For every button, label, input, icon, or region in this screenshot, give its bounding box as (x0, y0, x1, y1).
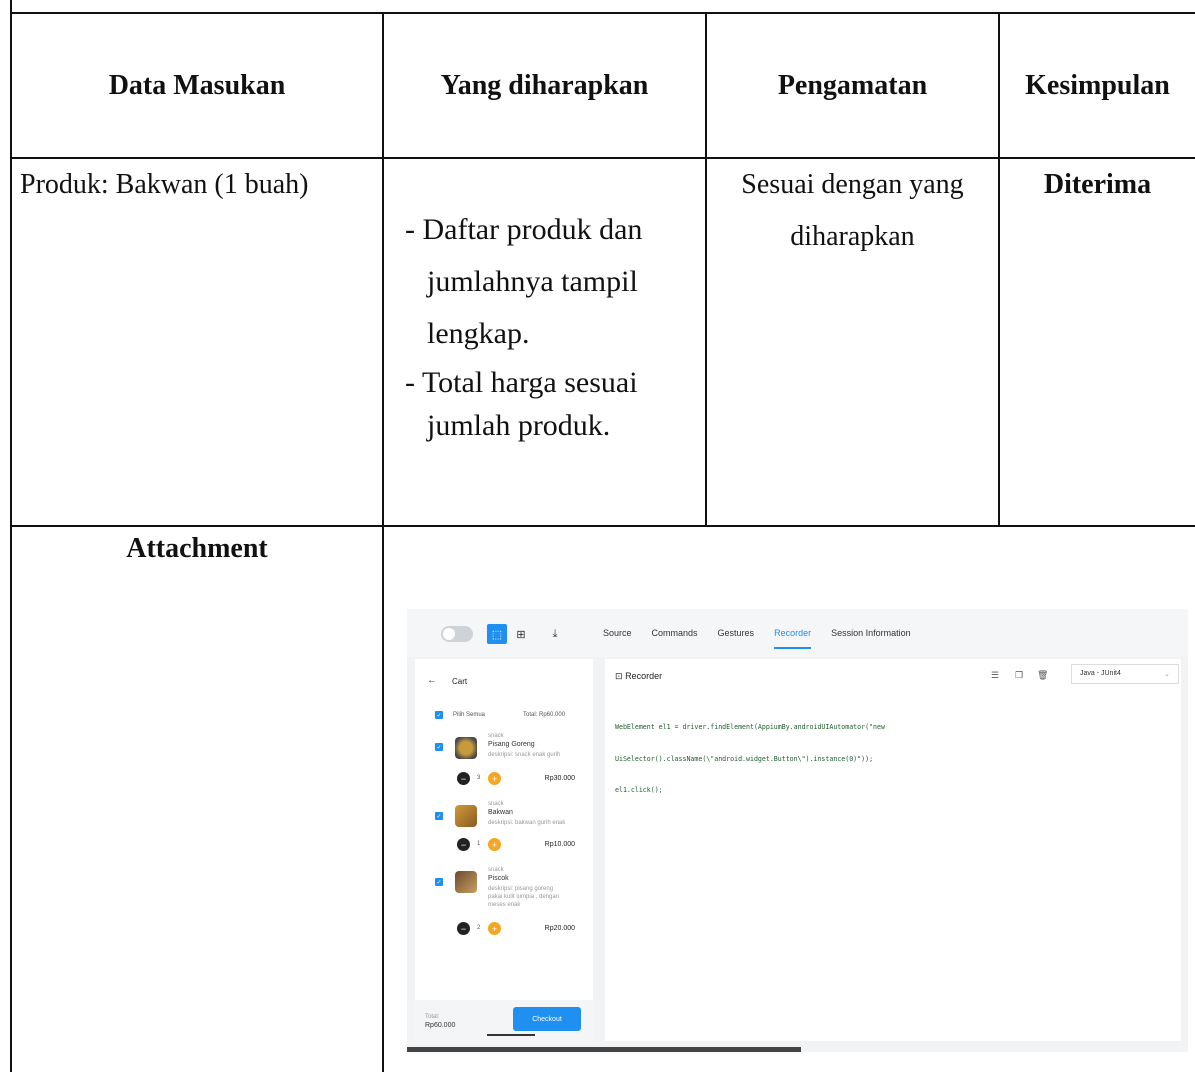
cell-kesimpulan: Diterima (1043, 169, 1152, 200)
recorder-icon: ⊡ (615, 671, 623, 681)
select-all-label: Pilih Semua (453, 712, 486, 718)
expected-line: lengkap. (427, 317, 530, 350)
device-preview: ← Cart ✓ Pilih Semua Total: Rp60.000 ✓ s… (415, 659, 593, 1044)
back-arrow-icon[interactable]: ← (427, 675, 437, 686)
decrease-button[interactable]: − (457, 922, 470, 935)
tab-recorder[interactable]: Recorder (774, 628, 812, 649)
item-desc: deskripsi: snack enak gurih (488, 752, 561, 758)
decrease-button[interactable]: − (457, 772, 470, 785)
item-checkbox[interactable]: ✓ (435, 878, 443, 886)
tab-gestures[interactable]: Gestures (718, 628, 755, 638)
expected-line: jumlah produk. (427, 409, 611, 442)
language-value: Java - JUnit4 (1080, 670, 1121, 677)
total-label: Total: (425, 1014, 440, 1020)
table-divider (382, 12, 384, 1072)
inspector-toolbar: ⬚ ⊞ ⤓ Source Commands Gestures Recorder … (407, 609, 1188, 657)
copy-icon[interactable]: ❐ (1015, 670, 1023, 681)
item-name: Pisang Goreng (488, 741, 535, 748)
tab-source[interactable]: Source (603, 628, 632, 638)
clear-icon[interactable]: 🗑 (1037, 670, 1048, 681)
code-line: UiSelector().className(\"android.widget.… (615, 754, 874, 763)
item-price: Rp20.000 (544, 925, 575, 932)
chevron-down-icon: ⌄ (1164, 671, 1170, 678)
toggle-switch[interactable] (441, 626, 473, 642)
item-category: snack (488, 801, 504, 807)
item-desc-line: deskripsi: pisang goreng (488, 886, 554, 892)
header-kesimpulan: Kesimpulan (1025, 69, 1170, 101)
language-select[interactable]: Java - JUnit4 ⌄ (1071, 664, 1179, 684)
inspector-tabs: Source Commands Gestures Recorder Sessio… (603, 628, 911, 649)
item-desc-line: pakai kulit lumpia , dengan (488, 894, 560, 900)
code-line: WebElement el1 = driver.findElement(Appi… (615, 723, 885, 731)
recorder-panel: ⊡ Recorder ☰ ❐ 🗑 Java - JUnit4 ⌄ WebElem… (605, 659, 1181, 1041)
cell-expected: - Daftar produk dan jumlahnya tampil len… (405, 204, 695, 446)
horizontal-scrollbar[interactable] (407, 1047, 801, 1052)
increase-button[interactable]: + (488, 772, 501, 785)
recorded-code: WebElement el1 = driver.findElement(Appi… (615, 701, 885, 817)
product-image (455, 805, 477, 827)
tap-icon[interactable]: ⊞ (511, 624, 531, 644)
tab-commands[interactable]: Commands (652, 628, 698, 638)
select-element-icon[interactable]: ⬚ (487, 624, 507, 644)
item-category: snack (488, 733, 504, 739)
expected-line: jumlahnya tampil (427, 265, 638, 298)
increase-button[interactable]: + (488, 838, 501, 851)
expected-line: - Total harga sesuai (405, 366, 638, 399)
show-boilerplate-icon[interactable]: ☰ (991, 670, 999, 681)
cell-data-masukan: Produk: Bakwan (1 buah) (20, 169, 309, 200)
item-qty: 1 (477, 841, 481, 847)
header-pengamatan: Pengamatan (777, 69, 928, 101)
item-desc: deskripsi: bakwan gurih enak (488, 820, 566, 826)
code-line: el1.click(); (615, 786, 663, 794)
expected-line: - Daftar produk dan (405, 213, 643, 246)
item-qty: 3 (477, 775, 481, 781)
item-checkbox[interactable]: ✓ (435, 812, 443, 820)
checkout-button[interactable]: Checkout (513, 1007, 581, 1031)
recorder-title: ⊡ Recorder (615, 671, 662, 682)
total-value: Rp60.000 (425, 1022, 456, 1029)
header-yang-diharapkan: Yang diharapkan (440, 69, 649, 101)
select-all-checkbox[interactable]: ✓ (435, 711, 443, 719)
total-top: Total: Rp60.000 (523, 712, 566, 718)
item-price: Rp10.000 (544, 841, 575, 848)
item-desc-line: meses enak (488, 902, 521, 908)
tab-session-information[interactable]: Session Information (831, 628, 911, 638)
recorder-title-text: Recorder (625, 671, 663, 681)
home-indicator (487, 1034, 535, 1036)
table-divider (10, 157, 1195, 159)
cell-pengamatan: Sesuai dengan yang diharapkan (707, 162, 998, 260)
download-icon[interactable]: ⤓ (545, 624, 565, 644)
pengamatan-line: diharapkan (790, 221, 915, 252)
product-image (455, 737, 477, 759)
item-name: Piscok (488, 875, 509, 882)
pengamatan-line: Sesuai dengan yang (741, 169, 964, 200)
cart-title: Cart (452, 677, 468, 686)
decrease-button[interactable]: − (457, 838, 470, 851)
item-category: snack (488, 867, 504, 873)
item-name: Bakwan (488, 809, 513, 816)
product-image (455, 871, 477, 893)
attachment-screenshot: ⬚ ⊞ ⤓ Source Commands Gestures Recorder … (407, 609, 1188, 1052)
item-price: Rp30.000 (544, 775, 575, 782)
item-qty: 2 (477, 925, 481, 931)
increase-button[interactable]: + (488, 922, 501, 935)
header-data-masukan: Data Masukan (108, 69, 286, 101)
item-checkbox[interactable]: ✓ (435, 743, 443, 751)
attachment-label: Attachment (126, 533, 268, 564)
